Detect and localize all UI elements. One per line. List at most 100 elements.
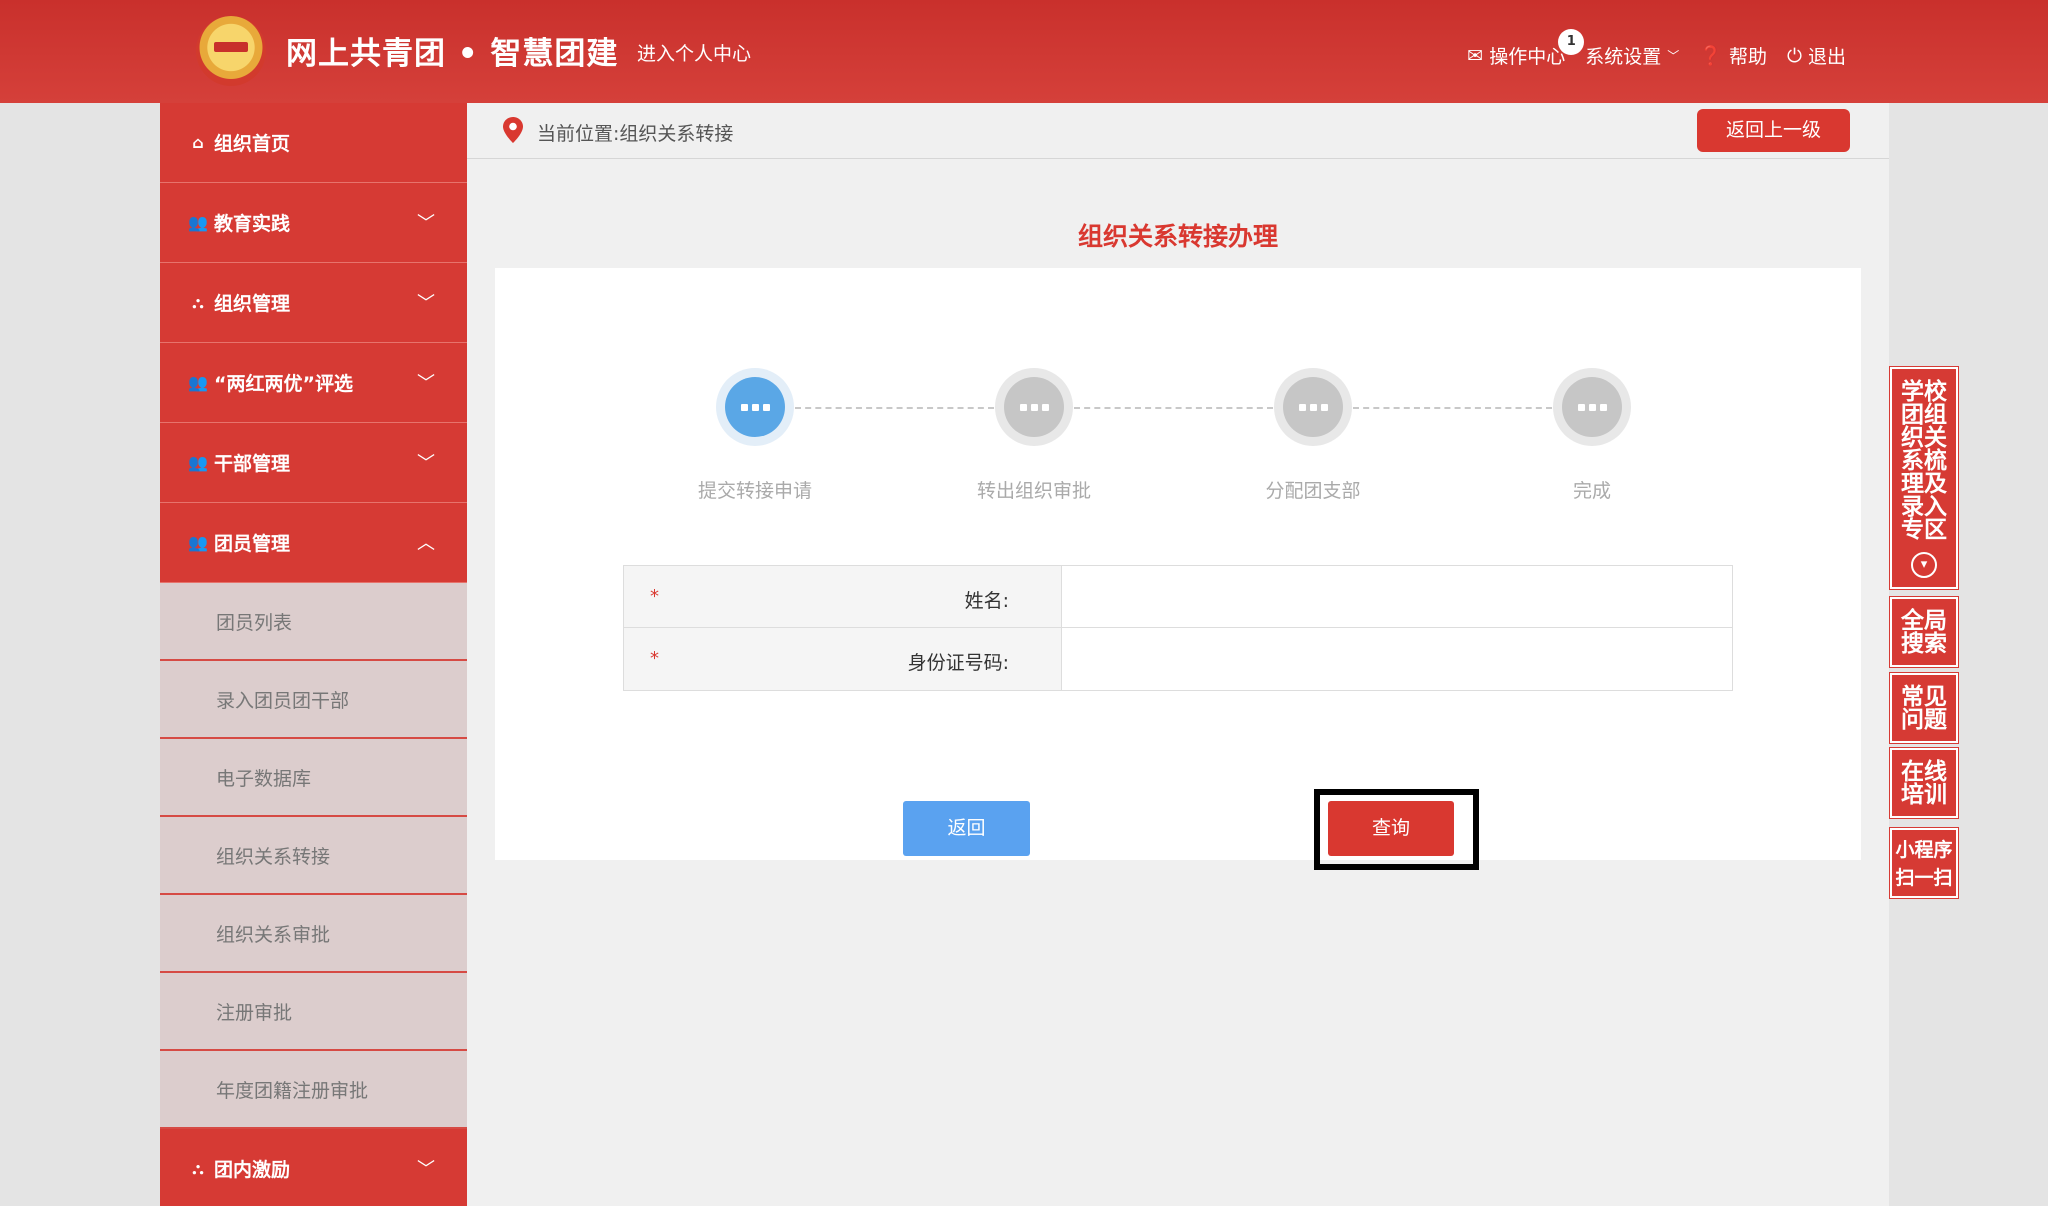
ellipsis-icon <box>1283 377 1343 437</box>
chevron-down-icon: ﹀ <box>417 373 435 394</box>
step-label: 提交转接申请 <box>697 480 812 502</box>
users-icon: 👥 <box>188 213 208 232</box>
step-label: 转出组织审批 <box>976 480 1091 502</box>
youth-league-logo-icon <box>196 16 266 86</box>
sidebar-item-label: 干部管理 <box>214 453 291 475</box>
sidebar-item-label: 组织首页 <box>214 133 291 155</box>
scan-label: 扫一扫 <box>1895 867 1953 889</box>
operation-center-label: 操作中心 <box>1489 46 1566 68</box>
step-label: 分配团支部 <box>1265 480 1361 502</box>
main-content: 当前位置:组织关系转接 返回上一级 组织关系转接办理 提交转接申请 转出组织审批 <box>467 103 1889 1206</box>
logout-link[interactable]: ⏻ 退出 <box>1787 42 1846 69</box>
ellipsis-icon <box>725 377 785 437</box>
school-org-zone-tab[interactable]: 学校团组织关系梳理及录入专区 ▾ <box>1890 367 1958 589</box>
sidebar-subitem-relation-approval[interactable]: 组织关系审批 <box>160 895 467 973</box>
miniprogram-scan-tab[interactable]: 小程序 扫一扫 <box>1890 828 1958 898</box>
sidebar-item-org-management[interactable]: ⛬ 组织管理 ﹀ <box>160 263 467 343</box>
progress-steps: 提交转接申请 转出组织审批 分配团支部 完成 <box>675 368 1631 518</box>
step-assign-branch: 分配团支部 <box>1233 368 1393 503</box>
help-label: 帮助 <box>1728 46 1767 68</box>
chevron-down-icon: ﹀ <box>417 213 435 234</box>
id-label-cell: * 身份证号码: <box>624 628 1062 690</box>
sidebar-item-education[interactable]: 👥 教育实践 ﹀ <box>160 183 467 263</box>
sitemap-icon: ⛬ <box>192 1158 204 1178</box>
global-search-tab[interactable]: 全局搜索 <box>1890 597 1958 667</box>
name-input[interactable] <box>1062 566 1732 627</box>
operation-center-link[interactable]: ✉ 操作中心 1 <box>1467 29 1585 69</box>
sitemap-icon: ⛬ <box>192 292 204 312</box>
online-training-label: 在线培训 <box>1901 759 1947 808</box>
step-label: 完成 <box>1572 480 1611 502</box>
step-out-approval: 转出组织审批 <box>954 368 1114 503</box>
page-title: 组织关系转接办理 <box>1077 222 1278 251</box>
step-submit: 提交转接申请 <box>675 368 835 503</box>
transfer-form: * 姓名: * 身份证号码: <box>623 565 1733 691</box>
power-icon: ⏻ <box>1786 44 1802 67</box>
sidebar: ⌂ 组织首页 👥 教育实践 ﹀ ⛬ 组织管理 ﹀ 👥 “两红两优”评选 ﹀ 👥 … <box>160 103 467 1206</box>
help-icon: ❓ <box>1699 45 1723 67</box>
name-label: 姓名: <box>964 590 1009 612</box>
users-icon: 👥 <box>188 453 208 472</box>
notification-badge: 1 <box>1558 29 1585 55</box>
global-search-label: 全局搜索 <box>1901 608 1947 657</box>
users-icon: 👥 <box>188 533 208 552</box>
chevron-up-icon: ︿ <box>417 533 435 554</box>
breadcrumb: 当前位置:组织关系转接 <box>537 123 734 145</box>
sidebar-subitem-enter-members[interactable]: 录入团员团干部 <box>160 661 467 739</box>
site-title: 网上共青团 • 智慧团建 <box>286 36 619 72</box>
sidebar-subitem-database[interactable]: 电子数据库 <box>160 739 467 817</box>
back-to-parent-button[interactable]: 返回上一级 <box>1697 109 1850 152</box>
top-header: 网上共青团 • 智慧团建 进入个人中心 ✉ 操作中心 1 系统设置 ﹀ ❓ 帮助… <box>0 0 2048 103</box>
home-icon: ⌂ <box>192 133 204 152</box>
step-circle <box>1274 368 1352 446</box>
chevron-down-icon: ﹀ <box>417 293 435 314</box>
sidebar-item-label: 教育实践 <box>214 213 291 235</box>
top-nav: ✉ 操作中心 1 系统设置 ﹀ ❓ 帮助 ⏻ 退出 <box>1467 29 1846 69</box>
personal-center-link[interactable]: 进入个人中心 <box>637 39 751 66</box>
step-circle <box>1553 368 1631 446</box>
location-pin-icon <box>503 117 523 143</box>
sidebar-subitem-member-list[interactable]: 团员列表 <box>160 583 467 661</box>
logout-label: 退出 <box>1807 46 1846 68</box>
faq-tab[interactable]: 常见问题 <box>1890 673 1958 743</box>
name-label-cell: * 姓名: <box>624 566 1062 627</box>
online-training-tab[interactable]: 在线培训 <box>1890 748 1958 818</box>
help-link[interactable]: ❓ 帮助 <box>1699 42 1767 69</box>
breadcrumb-bar: 当前位置:组织关系转接 返回上一级 <box>467 103 1889 159</box>
chevron-down-icon: ﹀ <box>417 453 435 474</box>
sidebar-item-org-home[interactable]: ⌂ 组织首页 <box>160 103 467 183</box>
sidebar-item-label: 组织管理 <box>214 293 291 315</box>
step-circle <box>995 368 1073 446</box>
sidebar-subitem-register-approval[interactable]: 注册审批 <box>160 973 467 1051</box>
step-complete: 完成 <box>1512 368 1672 503</box>
chevron-down-icon: ﹀ <box>417 1159 435 1180</box>
step-circle <box>716 368 794 446</box>
name-row: * 姓名: <box>624 566 1732 628</box>
sidebar-item-label: 团内激励 <box>214 1159 291 1181</box>
faq-label: 常见问题 <box>1901 684 1947 733</box>
system-settings-label: 系统设置 <box>1585 46 1662 68</box>
id-row: * 身份证号码: <box>624 628 1732 690</box>
ellipsis-icon <box>1562 377 1622 437</box>
transfer-panel: 提交转接申请 转出组织审批 分配团支部 完成 * 姓名: * 身份证号码: 返回… <box>495 268 1861 870</box>
required-mark: * <box>650 586 659 607</box>
sidebar-item-cadre-management[interactable]: 👥 干部管理 ﹀ <box>160 423 467 503</box>
sidebar-item-incentive[interactable]: ⛬ 团内激励 ﹀ <box>160 1129 467 1206</box>
school-org-zone-label: 学校团组织关系梳理及录入专区 <box>1901 379 1947 543</box>
users-icon: 👥 <box>188 373 208 392</box>
chevron-down-circle-icon: ▾ <box>1911 552 1937 578</box>
system-settings-menu[interactable]: 系统设置 ﹀ <box>1585 42 1679 69</box>
sidebar-subitem-relation-transfer[interactable]: 组织关系转接 <box>160 817 467 895</box>
query-button[interactable]: 查询 <box>1328 801 1454 856</box>
mail-icon: ✉ <box>1467 44 1484 67</box>
id-number-input[interactable] <box>1062 628 1732 690</box>
chevron-down-icon: ﹀ <box>1667 49 1680 63</box>
sidebar-item-selection[interactable]: 👥 “两红两优”评选 ﹀ <box>160 343 467 423</box>
id-number-label: 身份证号码: <box>907 652 1009 674</box>
required-mark: * <box>650 648 659 669</box>
miniprogram-label: 小程序 <box>1895 839 1953 861</box>
sidebar-item-label: 团员管理 <box>214 533 291 555</box>
sidebar-item-member-management[interactable]: 👥 团员管理 ︿ <box>160 503 467 583</box>
sidebar-subitem-annual-register[interactable]: 年度团籍注册审批 <box>160 1051 467 1129</box>
return-button[interactable]: 返回 <box>903 801 1030 856</box>
